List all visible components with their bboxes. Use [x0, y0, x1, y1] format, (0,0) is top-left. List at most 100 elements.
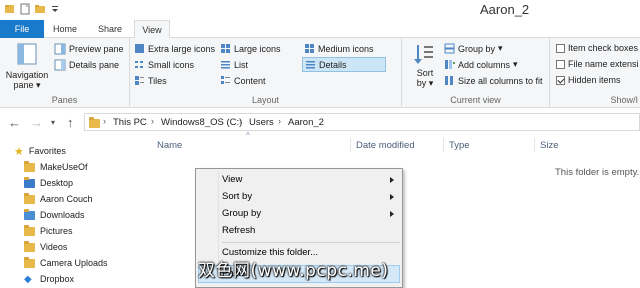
column-header-size[interactable]: Size [540, 140, 558, 151]
content-button[interactable]: Content [220, 75, 266, 86]
tab-share[interactable]: Share [86, 20, 134, 38]
menu-item-sort-by[interactable]: Sort by [222, 191, 400, 207]
breadcrumb-separator-icon[interactable]: › [278, 116, 281, 126]
address-bar[interactable]: › This PC › Windows8_OS (C:) › Users › A… [84, 113, 640, 131]
hidden-items-checkbox[interactable] [556, 75, 565, 85]
tab-view[interactable]: View [134, 20, 170, 39]
details-pane-icon [54, 59, 66, 71]
size-all-columns-label: Size all columns to fit [458, 75, 543, 86]
large-icons-label: Large icons [234, 43, 281, 54]
add-columns-button[interactable]: Add columns ▾ [444, 59, 518, 70]
column-header-type[interactable]: Type [449, 140, 470, 151]
folder-icon [24, 224, 35, 236]
group-by-button[interactable]: Group by ▾ [444, 43, 503, 54]
folder-icon [24, 160, 35, 172]
menu-item-refresh[interactable]: Refresh [222, 225, 255, 241]
recent-locations-chevron-icon[interactable]: ▾ [51, 118, 55, 127]
sidebar-item-dropbox[interactable]: ◆ Dropbox [24, 271, 74, 287]
medium-icons-button[interactable]: Medium icons [304, 43, 374, 54]
column-divider[interactable] [534, 138, 535, 152]
downloads-icon [24, 208, 35, 220]
new-document-icon[interactable] [19, 3, 31, 15]
file-name-extensions-toggle[interactable]: File name extensi [556, 59, 639, 69]
address-bar-row: ← → ▾ ↑ › This PC › Windows8_OS (C:) › U… [0, 109, 640, 135]
breadcrumb-separator-icon[interactable]: › [151, 116, 154, 126]
folder-icon [24, 256, 35, 268]
sidebar-item-makeuseof[interactable]: MakeUseOf [24, 159, 88, 175]
column-header-date-modified[interactable]: Date modified [356, 140, 415, 151]
favorites-header[interactable]: ★ Favorites [14, 143, 66, 159]
size-all-columns-button[interactable]: Size all columns to fit [444, 75, 543, 86]
column-divider[interactable] [350, 138, 351, 152]
list-view-button[interactable]: List [220, 59, 248, 70]
menu-item-label: Sort by [222, 191, 253, 202]
details-pane-button[interactable]: Details pane [54, 59, 119, 71]
menu-separator [222, 242, 400, 243]
small-icons-icon [135, 61, 143, 68]
extra-large-icons-icon [135, 44, 144, 53]
star-icon: ★ [14, 145, 24, 158]
sidebar-item-label: Dropbox [40, 274, 75, 284]
sort-by-label: Sort [416, 68, 434, 78]
breadcrumb-users[interactable]: Users [249, 117, 274, 128]
folder-icon [89, 117, 100, 128]
menu-item-label: View [222, 174, 243, 185]
up-arrow-icon[interactable]: ↑ [67, 115, 74, 130]
hidden-items-toggle[interactable]: Hidden items [556, 75, 621, 85]
tab-file[interactable]: File [0, 20, 44, 38]
navigation-pane-label: Navigation [5, 70, 49, 80]
breadcrumb-aaron-2[interactable]: Aaron_2 [288, 117, 324, 128]
sidebar-item-videos[interactable]: Videos [24, 239, 67, 255]
extra-large-icons-button[interactable]: Extra large icons [134, 43, 215, 54]
tiles-button[interactable]: Tiles [134, 75, 167, 86]
add-columns-dropdown-icon: ▾ [513, 59, 518, 69]
breadcrumb-separator-icon[interactable]: › [239, 116, 242, 126]
item-checkboxes-checkbox[interactable] [556, 43, 565, 53]
sidebar-item-aaron-couch[interactable]: Aaron Couch [24, 191, 93, 207]
navigation-pane-label-2: pane ▾ [13, 80, 41, 90]
menu-item-view[interactable]: View [222, 174, 400, 190]
sort-by-label-2-text: by [416, 78, 427, 88]
sidebar-item-desktop[interactable]: Desktop [24, 175, 73, 191]
small-icons-button[interactable]: Small icons [134, 59, 194, 70]
quick-access-toolbar [4, 3, 61, 15]
column-divider[interactable] [443, 138, 444, 152]
file-name-extensions-checkbox[interactable] [556, 59, 565, 69]
item-checkboxes-toggle[interactable]: Item check boxes [556, 43, 638, 53]
forward-arrow-icon[interactable]: → [30, 115, 43, 130]
breadcrumb-this-pc[interactable]: This PC [113, 117, 147, 128]
sidebar-item-label: Aaron Couch [40, 194, 93, 204]
details-icon [306, 61, 315, 69]
column-header-name[interactable]: Name [157, 140, 182, 151]
current-view-group: Sort by ▾ Group by ▾ Add columns ▾ Size al… [402, 38, 550, 108]
large-icons-button[interactable]: Large icons [220, 43, 281, 54]
details-pane-label: Details pane [69, 60, 120, 70]
folder-icon [24, 192, 35, 204]
menu-item-label: Group by [222, 208, 262, 219]
title-bar: Aaron_2 [0, 0, 640, 20]
breadcrumb-drive[interactable]: Windows8_OS (C:) [161, 117, 242, 128]
tiles-label: Tiles [148, 75, 167, 86]
sidebar-item-pictures[interactable]: Pictures [24, 223, 73, 239]
submenu-arrow-icon [390, 211, 394, 217]
sort-by-label-2: by ▾ [416, 78, 434, 88]
show-hide-group: Item check boxes File name extensi Hidde… [550, 38, 640, 108]
sidebar-item-label: MakeUseOf [40, 162, 88, 172]
navigation-pane-button[interactable]: Navigation pane ▾ [4, 42, 50, 90]
chevron-down-icon[interactable] [49, 3, 61, 15]
menu-item-group-by[interactable]: Group by [222, 208, 400, 224]
back-arrow-icon[interactable]: ← [8, 115, 21, 130]
sort-by-button[interactable]: Sort by ▾ [410, 42, 440, 88]
extra-large-icons-label: Extra large icons [148, 43, 216, 54]
sidebar-item-camera-uploads[interactable]: Camera Uploads [24, 255, 108, 271]
tab-home[interactable]: Home [44, 20, 86, 38]
sidebar-item-label: Downloads [40, 210, 85, 220]
panes-group: Navigation pane ▾ Preview pane Details p… [0, 38, 130, 108]
details-view-button[interactable]: Details [302, 57, 386, 72]
preview-pane-button[interactable]: Preview pane [54, 43, 124, 55]
new-folder-icon[interactable] [34, 3, 46, 15]
sidebar-item-label: Desktop [40, 178, 74, 188]
breadcrumb-separator-icon[interactable]: › [103, 116, 106, 126]
properties-icon[interactable] [4, 3, 16, 15]
sidebar-item-downloads[interactable]: Downloads [24, 207, 85, 223]
